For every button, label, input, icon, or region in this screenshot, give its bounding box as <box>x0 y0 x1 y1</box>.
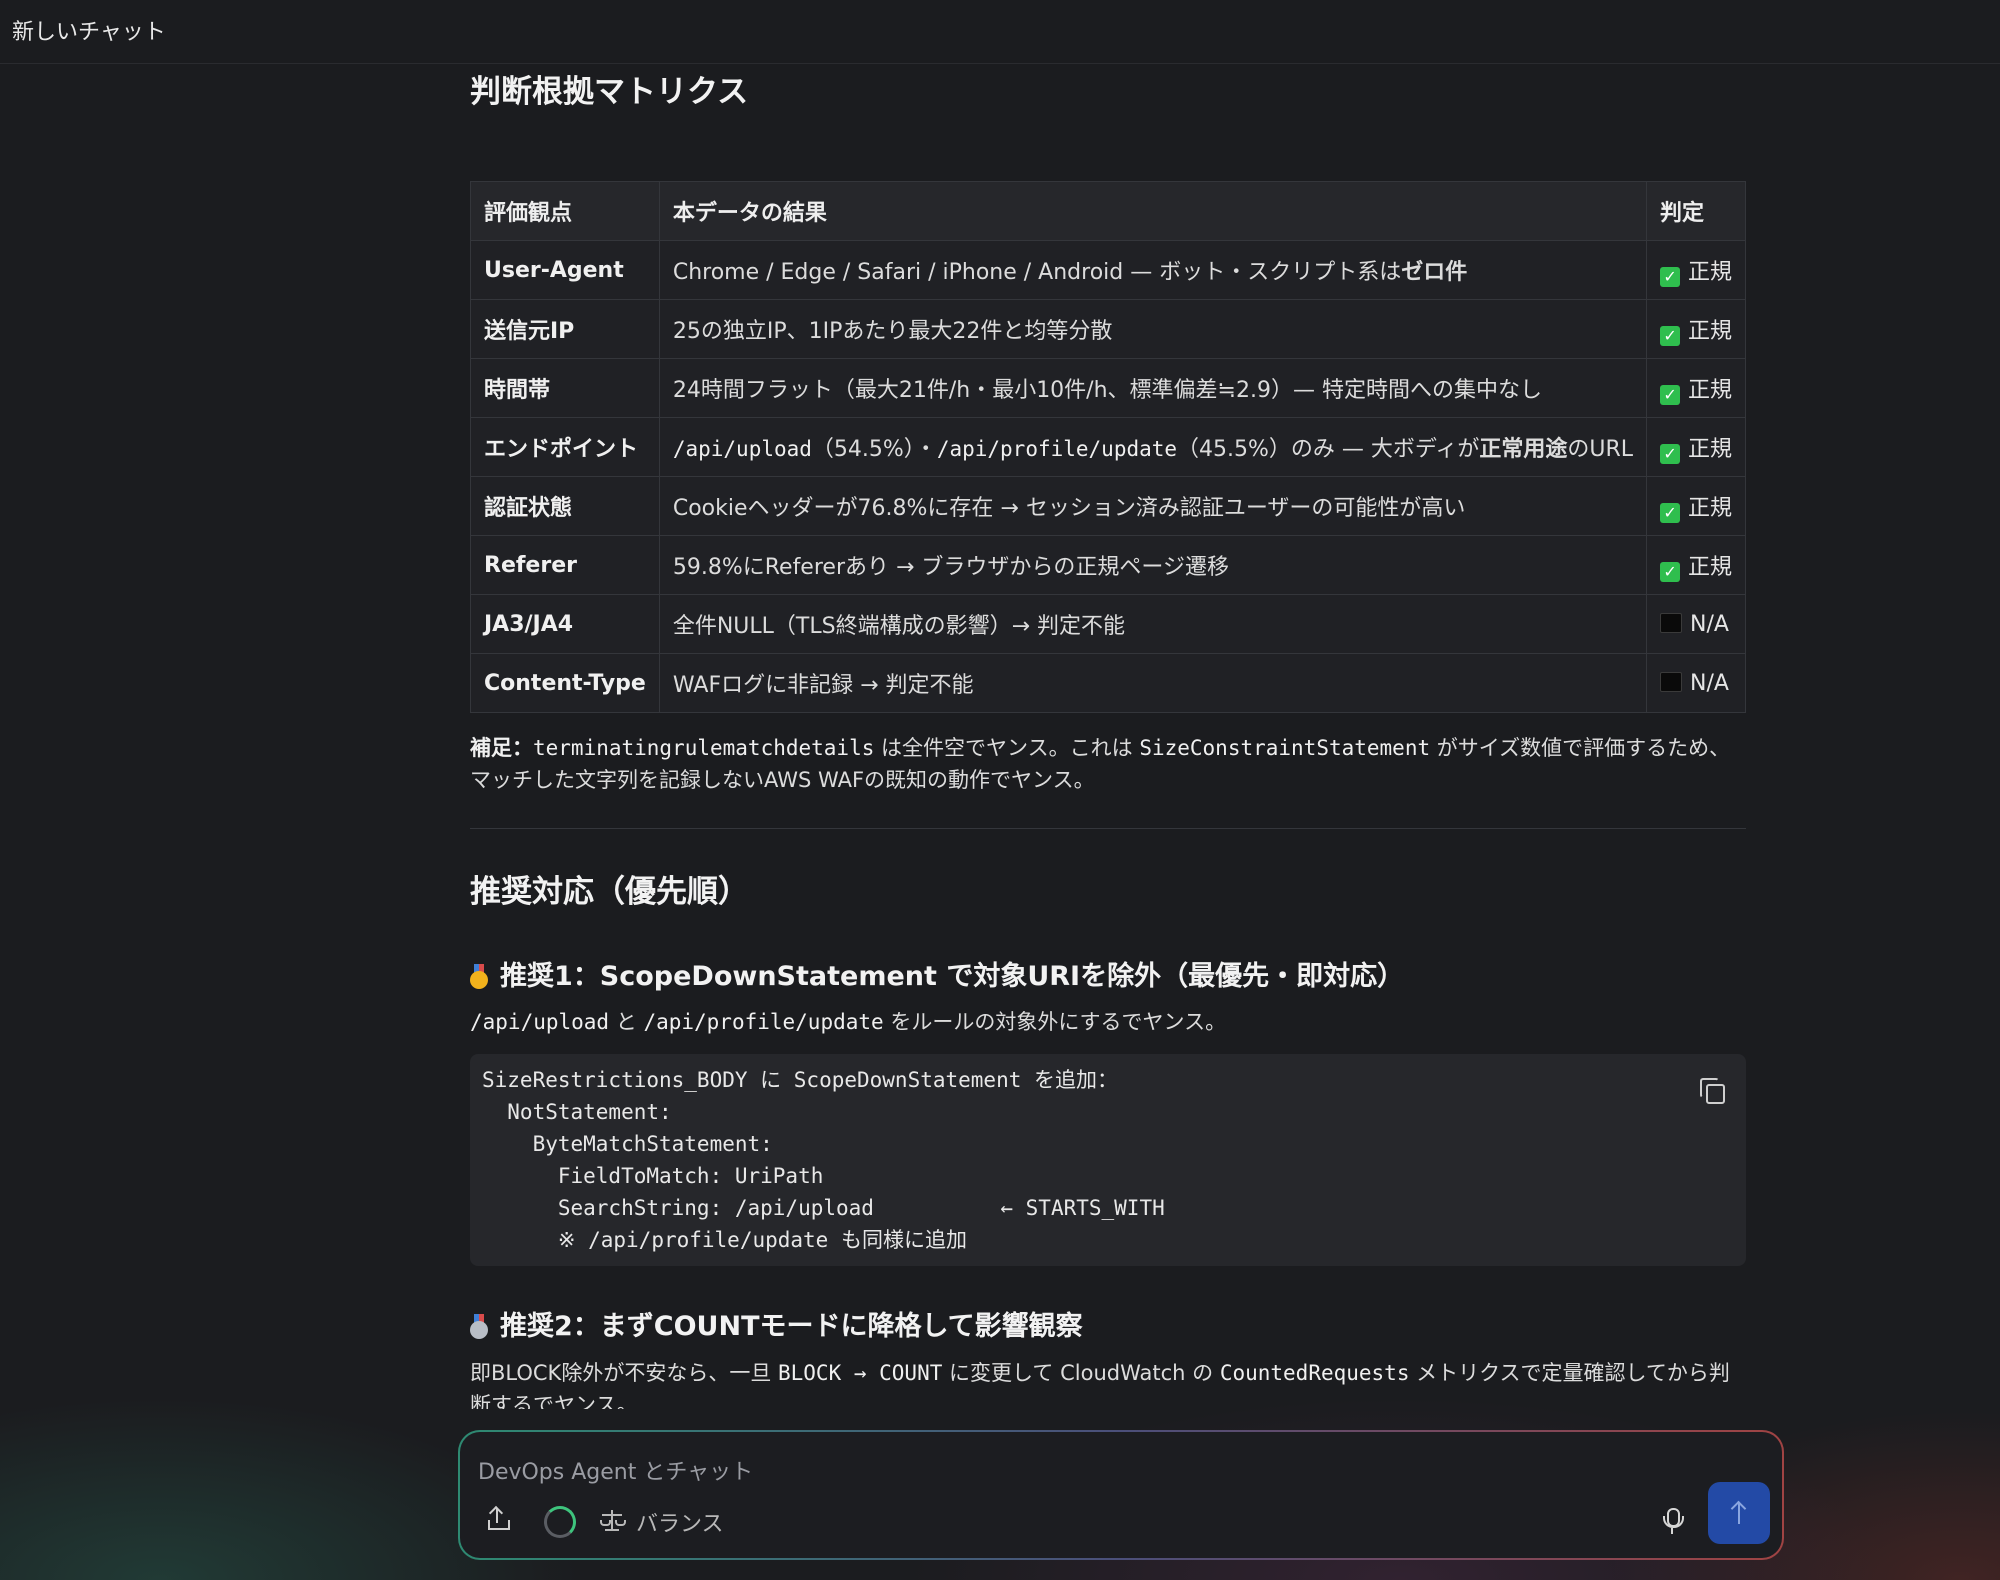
row-verdict: ✓ 正規 <box>1646 535 1746 595</box>
row-verdict: ✓ 正規 <box>1646 417 1746 477</box>
table-row: Content-Type WAFログに非記録 → 判定不能 N/A <box>470 653 1746 713</box>
row-aspect: Content-Type <box>470 653 660 713</box>
recommendation-2-text: 即BLOCK除外が不安なら、一旦 BLOCK → COUNT に変更して Clo… <box>470 1361 1730 1409</box>
check-icon: ✓ <box>1660 502 1681 523</box>
table-row: 送信元IP 25の独立IP、1IPあたり最大22件と均等分散 ✓ 正規 <box>470 299 1746 359</box>
recommendation-1-text: /api/upload と /api/profile/update をルールの対… <box>470 1010 1227 1034</box>
code-block: SizeRestrictions_BODY に ScopeDownStateme… <box>470 1054 1746 1266</box>
column-header-verdict: 判定 <box>1646 181 1746 241</box>
row-result: Cookieヘッダーが76.8%に存在 → セッション済み認証ユーザーの可能性が… <box>658 476 1648 536</box>
table-row: 認証状態 Cookieヘッダーが76.8%に存在 → セッション済み認証ユーザー… <box>470 476 1746 536</box>
row-verdict: ✓ 正規 <box>1646 476 1746 536</box>
check-icon: ✓ <box>1660 266 1681 287</box>
black-square-icon <box>1660 612 1683 633</box>
row-verdict: ✓ 正規 <box>1646 240 1746 300</box>
recommendation-2-title: 推奨2：まずCOUNTモードに降格して影響観察 <box>470 1304 1083 1343</box>
column-header-aspect: 評価観点 <box>470 181 660 241</box>
silver-medal-icon <box>470 1314 488 1339</box>
row-aspect: 送信元IP <box>470 299 660 359</box>
row-verdict: N/A <box>1646 653 1746 713</box>
supplement-note: 補足：terminatingrulematchdetails は全件空でヤンス。… <box>470 736 1731 792</box>
column-header-result: 本データの結果 <box>658 181 1648 241</box>
recommendation-1-title: 推奨1：ScopeDownStatement で対象URIを除外（最優先・即対応… <box>470 954 1404 993</box>
check-icon: ✓ <box>1660 561 1681 582</box>
send-button[interactable] <box>1708 1482 1770 1544</box>
row-aspect: Referer <box>470 535 660 595</box>
row-aspect: 時間帯 <box>470 358 660 418</box>
chat-title[interactable]: 新しいチャット <box>12 14 166 46</box>
check-icon: ✓ <box>1660 443 1681 464</box>
black-square-icon <box>1660 671 1683 692</box>
decision-matrix-table: 評価観点 本データの結果 判定 User-Agent Chrome / Edge… <box>470 181 1746 713</box>
check-icon: ✓ <box>1660 384 1681 405</box>
check-icon: ✓ <box>1660 325 1681 346</box>
row-verdict: N/A <box>1646 594 1746 654</box>
table-row: JA3/JA4 全件NULL（TLS終端構成の影響）→ 判定不能 N/A <box>470 594 1746 654</box>
row-result: 25の独立IP、1IPあたり最大22件と均等分散 <box>658 299 1648 359</box>
top-bar: 新しいチャット <box>0 0 2000 64</box>
row-aspect: エンドポイント <box>470 417 660 477</box>
loading-spinner-icon <box>544 1506 576 1538</box>
section-title-matrix: 判断根拠マトリクス <box>470 74 749 110</box>
microphone-icon[interactable] <box>1656 1504 1688 1538</box>
section-divider <box>470 828 1746 829</box>
balance-scale-icon <box>600 1510 626 1532</box>
section-title-recommendations: 推奨対応（優先順） <box>470 874 749 910</box>
row-result: Chrome / Edge / Safari / iPhone / Androi… <box>658 240 1648 300</box>
table-row: Referer 59.8%にRefererあり → ブラウザからの正規ページ遷移… <box>470 535 1746 595</box>
mode-label: バランス <box>636 1512 724 1537</box>
row-result: 59.8%にRefererあり → ブラウザからの正規ページ遷移 <box>658 535 1648 595</box>
row-aspect: User-Agent <box>470 240 660 300</box>
row-aspect: JA3/JA4 <box>470 594 660 654</box>
table-row: User-Agent Chrome / Edge / Safari / iPho… <box>470 240 1746 300</box>
chat-input[interactable]: DevOps Agent とチャット <box>478 1454 753 1486</box>
table-row: エンドポイント /api/upload（54.5%）・/api/profile/… <box>470 417 1746 477</box>
row-result: /api/upload（54.5%）・/api/profile/update（4… <box>658 417 1648 477</box>
chat-message-content: 判断根拠マトリクス 評価観点 本データの結果 判定 User-Agent Chr… <box>470 64 1746 1409</box>
row-verdict: ✓ 正規 <box>1646 299 1746 359</box>
row-result: 24時間フラット（最大21件/h・最小10件/h、標準偏差≒2.9）— 特定時間… <box>658 358 1648 418</box>
row-verdict: ✓ 正規 <box>1646 358 1746 418</box>
upload-icon[interactable] <box>482 1504 516 1538</box>
chat-composer: DevOps Agent とチャット バランス <box>458 1430 1784 1560</box>
table-row: 時間帯 24時間フラット（最大21件/h・最小10件/h、標準偏差≒2.9）— … <box>470 358 1746 418</box>
code-block-content: SizeRestrictions_BODY に ScopeDownStateme… <box>482 1068 1165 1252</box>
copy-icon[interactable] <box>1698 1076 1725 1104</box>
row-aspect: 認証状態 <box>470 476 660 536</box>
gold-medal-icon <box>470 964 488 989</box>
table-header-row: 評価観点 本データの結果 判定 <box>470 181 1746 241</box>
row-result: 全件NULL（TLS終端構成の影響）→ 判定不能 <box>658 594 1648 654</box>
row-result: WAFログに非記録 → 判定不能 <box>658 653 1648 713</box>
